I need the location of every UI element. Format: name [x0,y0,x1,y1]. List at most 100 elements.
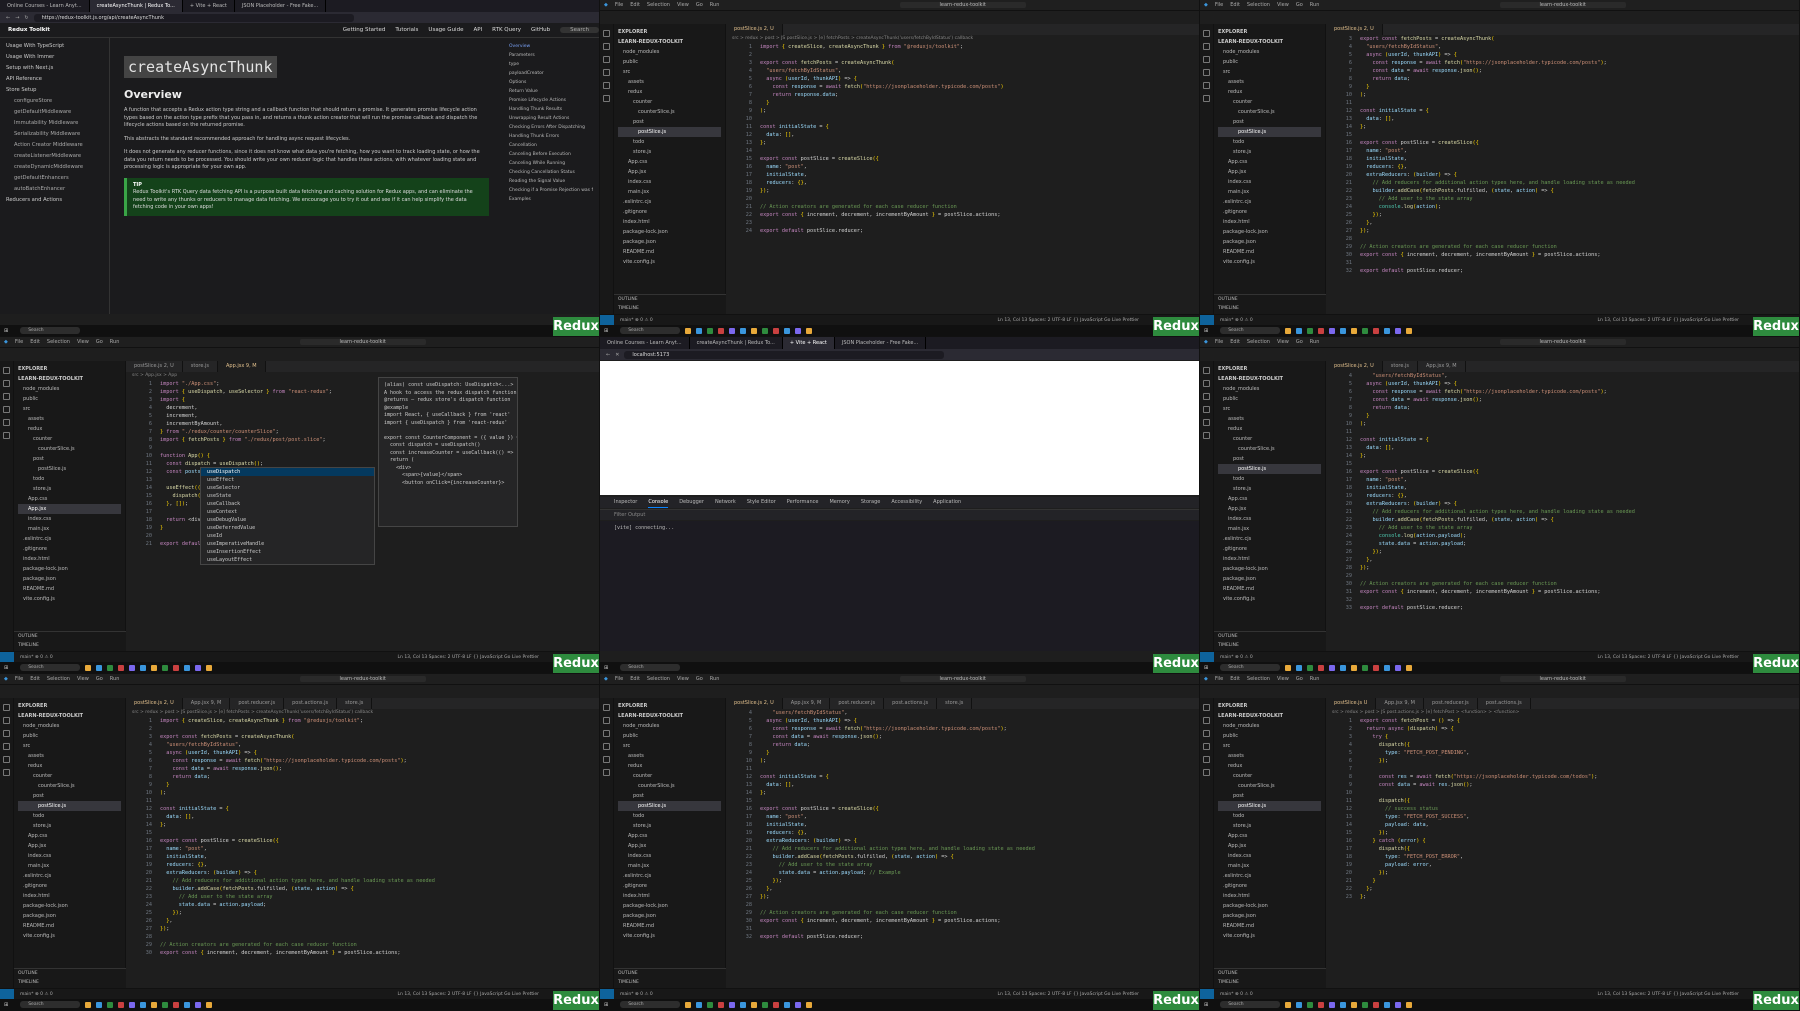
menu-item[interactable]: Run [710,2,720,8]
remote-icon[interactable] [0,652,14,662]
devtools-tab[interactable]: Memory [829,497,849,508]
file-tree-item[interactable]: App.css [18,494,121,504]
code-line[interactable]: 12 const initialState = { [130,805,599,813]
code-line[interactable]: 15 [1330,460,1799,468]
file-tree-item[interactable]: postSlice.js [1218,127,1321,137]
sidebar-item[interactable]: configureStore [6,96,103,107]
toc-item[interactable]: Parameters [509,51,593,60]
editor-tab[interactable]: store.js [937,698,973,709]
taskbar-app-icon[interactable] [1384,664,1391,671]
test-icon[interactable] [603,769,610,776]
code-line[interactable]: 18 reducers: {}, [730,179,1199,187]
taskbar-app-icon[interactable] [762,327,769,334]
file-tree-item[interactable]: .gitignore [618,207,721,217]
extensions-icon[interactable] [3,419,10,426]
menu-item[interactable]: File [1215,339,1223,345]
taskbar-app-icon[interactable] [1406,327,1413,334]
outline-header[interactable]: OUTLINE [18,632,126,641]
file-tree-item[interactable]: index.css [18,851,121,861]
search-icon[interactable] [603,717,610,724]
code-line[interactable]: 12 const initialState = { [1330,107,1799,115]
taskbar-search[interactable]: Search [1220,1001,1281,1008]
file-tree-item[interactable]: counter [1218,434,1321,444]
code-line[interactable]: 22 builder.addCase(fetchPosts.fulfilled,… [1330,187,1799,195]
code-line[interactable]: 16 export const postSlice = createSlice({ [1330,139,1799,147]
file-tree-item[interactable]: App.jsx [1218,841,1321,851]
taskbar-app-icon[interactable] [806,1001,813,1008]
taskbar-app-icon[interactable] [96,664,103,671]
toc-item[interactable]: Checking Errors After Dispatching [509,123,593,132]
code-line[interactable]: 7 const data = await response.json(); [730,733,1199,741]
file-tree-item[interactable]: .eslintrc.cjs [18,871,121,881]
taskbar-app-icon[interactable] [1395,327,1402,334]
files-icon[interactable] [1203,367,1210,374]
menu-item[interactable]: Go [1296,339,1303,345]
taskbar-app-icon[interactable] [1285,664,1292,671]
code-line[interactable]: 10); [1330,91,1799,99]
timeline-header[interactable]: TIMELINE [1218,641,1326,650]
code-line[interactable]: 16 export const postSlice = createSlice({ [1330,468,1799,476]
code-line[interactable]: 8 return data; [130,773,599,781]
taskbar-app-icon[interactable] [1318,1001,1325,1008]
menu-item[interactable]: Selection [647,2,670,8]
source-control-icon[interactable] [3,730,10,737]
menu-item[interactable]: File [615,2,623,8]
code-line[interactable]: 15 [1330,131,1799,139]
code-line[interactable]: 22 builder.addCase(fetchPosts.fulfilled,… [1330,516,1799,524]
project-root[interactable]: LEARN-REDUX-TOOLKIT [1218,374,1321,384]
file-tree-item[interactable]: node_modules [618,47,721,57]
code-line[interactable]: 31 [730,925,1199,933]
file-tree-item[interactable]: counterSlice.js [618,107,721,117]
taskbar-app-icon[interactable] [1296,664,1303,671]
code-line[interactable]: 17 initialState, [730,171,1199,179]
menu-item[interactable]: Selection [47,676,70,682]
code-line[interactable]: 8 return data; [1330,75,1799,83]
code-line[interactable]: 22 builder.addCase(fetchPosts.fulfilled,… [130,885,599,893]
code-line[interactable]: 22 builder.addCase(fetchPosts.fulfilled,… [730,853,1199,861]
code-line[interactable]: 11 [1330,428,1799,436]
browser-tab[interactable]: Online Courses - Learn Anyt... [600,337,690,349]
file-tree-item[interactable]: post [1218,791,1321,801]
taskbar-app-icon[interactable] [151,664,158,671]
taskbar-app-icon[interactable] [1362,664,1369,671]
code-line[interactable]: 2 [130,725,599,733]
file-tree-item[interactable]: node_modules [18,384,121,394]
code-line[interactable]: 7 const data = await response.json(); [1330,396,1799,404]
sidebar-item[interactable]: createListenerMiddleware [6,151,103,162]
timeline-header[interactable]: TIMELINE [1218,978,1326,987]
remote-icon[interactable] [600,315,614,325]
file-tree-item[interactable]: post [618,117,721,127]
file-tree-item[interactable]: index.css [1218,514,1321,524]
code-line[interactable]: 15 [730,797,1199,805]
taskbar-app-icon[interactable] [718,1001,725,1008]
code-line[interactable]: 2 return async (dispatch) => { [1330,725,1799,733]
code-line[interactable]: 6 const response = await fetch("https://… [1330,59,1799,67]
code-line[interactable]: 20 extraReducers: (builder) => { [1330,500,1799,508]
toc-item[interactable]: Examples [509,195,593,204]
file-tree-item[interactable]: src [1218,741,1321,751]
code-line[interactable]: 9 } [1330,412,1799,420]
taskbar-app-icon[interactable] [118,1001,125,1008]
file-tree-item[interactable]: App.css [1218,157,1321,167]
code-line[interactable]: 8 return data; [1330,404,1799,412]
search-icon[interactable] [3,717,10,724]
suggestion-item[interactable]: useState [201,492,374,500]
source-control-icon[interactable] [1203,393,1210,400]
file-tree-item[interactable]: counter [1218,97,1321,107]
project-root[interactable]: LEARN-REDUX-TOOLKIT [18,711,121,721]
run-debug-icon[interactable] [603,743,610,750]
file-tree-item[interactable]: counterSlice.js [618,781,721,791]
code-line[interactable]: 23}; [1330,893,1799,901]
taskbar-app-icon[interactable] [195,1001,202,1008]
taskbar-app-icon[interactable] [1307,664,1314,671]
code-line[interactable]: 32 export default postSlice.reducer; [1330,267,1799,275]
editor-tab[interactable]: App.jsx 9, M [183,698,231,709]
file-tree-item[interactable]: src [1218,404,1321,414]
devtools-tab[interactable]: Network [715,497,736,508]
file-tree-item[interactable]: package-lock.json [18,901,121,911]
file-tree-item[interactable]: README.md [618,247,721,257]
windows-icon[interactable]: ⊞ [1204,328,1208,334]
file-tree-item[interactable]: assets [618,77,721,87]
status-left[interactable]: main* ⊗ 0 ⚠ 0 [20,655,53,660]
code-line[interactable]: 28 [130,933,599,941]
